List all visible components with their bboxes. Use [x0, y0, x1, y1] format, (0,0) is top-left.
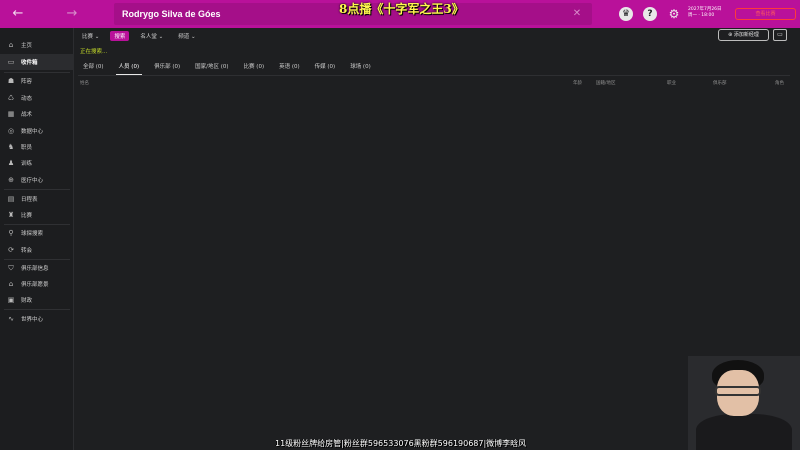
sidebar-item-competitions[interactable]: ♜ 比赛 — [0, 207, 74, 223]
sidebar-item-transfers[interactable]: ⟳ 转会 — [0, 242, 74, 258]
screen-icon[interactable]: ▭ — [773, 29, 787, 41]
column-header-age[interactable]: 年龄 — [573, 80, 582, 86]
tab-nations[interactable]: 国家/地区 (0) — [192, 61, 231, 74]
sidebar-item-data-hub[interactable]: ◎ 数据中心 — [0, 123, 74, 139]
sidebar-item-scouting[interactable]: ⚲ 球探搜索 — [0, 225, 74, 241]
arrow-right-icon[interactable]: → — [58, 4, 86, 24]
scouting-icon: ⚲ — [8, 229, 14, 237]
sidebar-item-label: 动态 — [21, 96, 33, 102]
sidebar-item-label: 收件箱 — [21, 60, 38, 66]
column-header-nationality[interactable]: 国籍/地区 — [596, 80, 616, 86]
subnav-channels[interactable]: 频道 ⌄ — [174, 31, 199, 41]
sub-navigation: 比赛 ⌄ 搜索 名人堂 ⌄ 频道 ⌄ — [78, 29, 207, 43]
sidebar-item-home[interactable]: ⌂ 主页 — [0, 37, 74, 53]
world-icon: ∿ — [8, 315, 14, 323]
medical-icon: ⊕ — [8, 176, 14, 184]
arrow-left-icon[interactable]: ← — [4, 4, 32, 24]
stream-banner: 8点播《十字军之王3》 — [339, 2, 464, 16]
trophy-icon[interactable]: ♛ — [619, 7, 633, 21]
sidebar-item-label: 比赛 — [21, 213, 33, 219]
divider — [4, 189, 70, 190]
column-header-club[interactable]: 俱乐部 — [713, 80, 727, 86]
training-icon: ♟ — [7, 159, 15, 167]
finances-icon: ▣ — [7, 296, 15, 304]
sidebar-item-dynamics[interactable]: ♺ 动态 — [0, 90, 74, 106]
subnav-hall-of-fame[interactable]: 名人堂 ⌄ — [136, 31, 167, 41]
column-header-job[interactable]: 职业 — [667, 80, 676, 86]
subnav-label: 比赛 — [82, 34, 94, 40]
sidebar-item-world[interactable]: ∿ 世界中心 — [0, 311, 74, 327]
sidebar-item-staff[interactable]: ♞ 职员 — [0, 139, 74, 155]
club-vision-icon: ⌂ — [8, 280, 14, 288]
tab-competitions[interactable]: 比赛 (0) — [241, 61, 268, 74]
sidebar-item-tactics[interactable]: ▦ 战术 — [0, 106, 74, 122]
sidebar-item-club-info[interactable]: ⛉ 俱乐部信息 — [0, 260, 74, 276]
column-header-name[interactable]: 姓名 — [80, 80, 89, 86]
sidebar-item-label: 训练 — [21, 161, 33, 167]
subnav-competitions[interactable]: 比赛 ⌄ — [78, 31, 103, 41]
add-manager-label: 添加新经理 — [733, 32, 759, 38]
sidebar: ⌂ 主页 ▭ 收件箱 ☗ 阵容 ♺ 动态 ▦ 战术 ◎ 数据中心 ♞ 职员 ♟ 训练 ⊕ 医疗中心… — [0, 28, 74, 450]
gear-icon[interactable]: ⚙ — [667, 7, 681, 21]
sidebar-item-label: 财政 — [21, 298, 33, 304]
stream-caption: 11级粉丝牌给房管|粉丝群596533076黑粉群596190687|微博李晗风 — [275, 439, 527, 448]
club-info-icon: ⛉ — [8, 263, 14, 272]
result-tabs: 全部 (0) 人员 (0) 俱乐部 (0) 国家/地区 (0) 比赛 (0) 英… — [80, 61, 383, 76]
sidebar-item-label: 日程表 — [21, 197, 38, 203]
game-date: 2027年7月26日 周一 · 18:00 — [688, 7, 730, 19]
continue-button[interactable]: 查看比赛 — [735, 8, 796, 20]
divider — [78, 75, 790, 76]
sidebar-item-finances[interactable]: ▣ 财政 — [0, 292, 74, 308]
sidebar-item-label: 战术 — [21, 112, 33, 118]
inbox-icon: ▭ — [7, 58, 15, 66]
squad-icon: ☗ — [7, 77, 15, 85]
data-hub-icon: ◎ — [7, 127, 15, 135]
webcam-overlay — [688, 356, 800, 450]
search-status: 正在搜索... — [80, 49, 108, 55]
divider — [4, 309, 70, 310]
tab-english[interactable]: 英语 (0) — [276, 61, 303, 74]
staff-icon: ♞ — [7, 143, 15, 151]
tactics-icon: ▦ — [7, 110, 15, 118]
sidebar-item-schedule[interactable]: ▤ 日程表 — [0, 191, 74, 207]
tab-media[interactable]: 传媒 (0) — [312, 61, 339, 74]
sidebar-item-label: 数据中心 — [21, 129, 44, 135]
streamer-body — [696, 414, 792, 450]
transfers-icon: ⟳ — [8, 246, 14, 254]
tab-all[interactable]: 全部 (0) — [80, 61, 107, 74]
sidebar-item-label: 医疗中心 — [21, 178, 44, 184]
close-icon[interactable]: ✕ — [570, 7, 584, 21]
sidebar-item-label: 职员 — [21, 145, 33, 151]
add-manager-button[interactable]: ⊕ 添加新经理 — [718, 29, 769, 41]
sidebar-item-label: 世界中心 — [21, 317, 44, 323]
column-header-role[interactable]: 角色 — [775, 80, 784, 86]
sidebar-item-squad[interactable]: ☗ 阵容 — [0, 73, 74, 89]
sidebar-item-inbox[interactable]: ▭ 收件箱 — [0, 54, 74, 70]
sidebar-item-training[interactable]: ♟ 训练 — [0, 155, 74, 171]
home-icon: ⌂ — [8, 41, 14, 49]
top-bar: ← → ✕ 8点播《十字军之王3》 ♛ ? ⚙ 2027年7月26日 周一 · … — [0, 0, 800, 28]
tab-stadiums[interactable]: 球场 (0) — [347, 61, 374, 74]
dynamics-icon: ♺ — [7, 94, 15, 102]
sidebar-item-label: 俱乐部愿景 — [21, 282, 49, 288]
sidebar-item-label: 转会 — [21, 248, 33, 254]
subnav-label: 频道 — [178, 34, 190, 40]
tab-clubs[interactable]: 俱乐部 (0) — [151, 61, 183, 74]
streamer-glasses — [715, 386, 761, 396]
sidebar-item-label: 俱乐部信息 — [21, 266, 49, 272]
help-icon[interactable]: ? — [643, 7, 657, 21]
sidebar-item-label: 阵容 — [21, 79, 33, 85]
sidebar-item-club-vision[interactable]: ⌂ 俱乐部愿景 — [0, 276, 74, 292]
tab-people[interactable]: 人员 (0) — [115, 61, 143, 76]
competitions-icon: ♜ — [7, 211, 15, 219]
sidebar-item-label: 主页 — [21, 43, 33, 49]
sidebar-item-medical[interactable]: ⊕ 医疗中心 — [0, 172, 74, 188]
subnav-label: 名人堂 — [140, 34, 157, 40]
sidebar-item-label: 球探搜索 — [21, 231, 44, 237]
subnav-search[interactable]: 搜索 — [110, 31, 130, 41]
schedule-icon: ▤ — [7, 195, 15, 203]
time-line: 周一 · 18:00 — [688, 13, 715, 18]
